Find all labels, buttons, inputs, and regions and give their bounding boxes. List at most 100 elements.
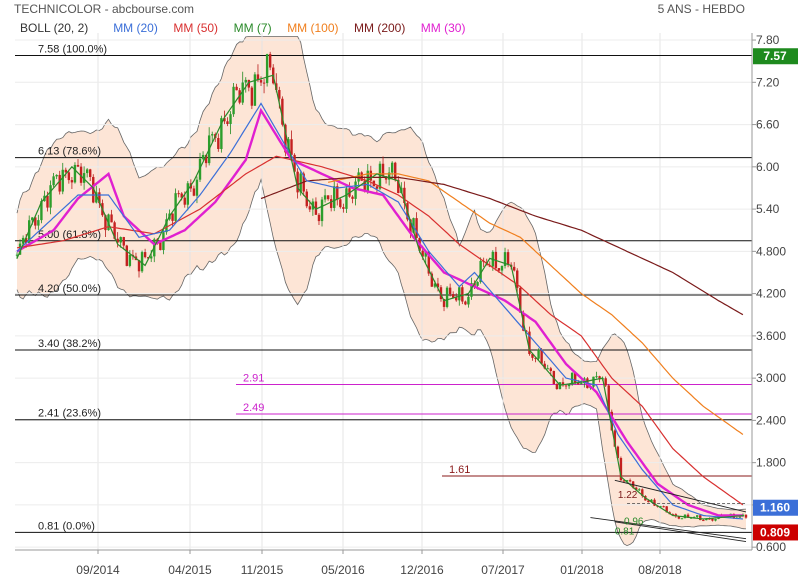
candle-body (595, 376, 598, 378)
candle-body (604, 378, 607, 386)
candle-body (320, 199, 324, 222)
candle-body (217, 138, 220, 149)
candle-body (262, 82, 266, 84)
x-tick-label-2: 11/2015 (241, 563, 284, 577)
candle-body (448, 287, 452, 295)
candle-body (119, 237, 122, 243)
legend-item-3: MM (7) (234, 21, 272, 35)
candle-body (326, 195, 330, 200)
candle-body (110, 214, 113, 223)
candle-body (390, 162, 394, 173)
y-tick-label-10: 1.800 (756, 456, 786, 470)
candle-body (476, 282, 479, 286)
candle-body (37, 220, 40, 226)
y-tick-label-7: 3.600 (756, 329, 786, 343)
fib-label-6: 0.81 (0.0%) (38, 520, 95, 532)
fib-label-1: 6.13 (78.6%) (38, 146, 101, 158)
legend-item-4: MM (100) (287, 21, 338, 35)
candle-body (711, 518, 714, 521)
candle-body (235, 86, 238, 91)
chart-container: TECHNICOLOR - abcbourse.com 5 ANS - HEBD… (0, 0, 800, 580)
candle-body (549, 368, 552, 371)
chart-period: 5 ANS - HEBDO (658, 2, 745, 16)
candle-body (58, 174, 61, 192)
candle-body (378, 163, 382, 189)
candle-body (339, 199, 342, 208)
candle-body (186, 183, 190, 205)
candle-body (415, 218, 418, 239)
chart-title: TECHNICOLOR - abcbourse.com (14, 2, 194, 16)
candle-body (183, 197, 186, 205)
y-tick-label-8: 3.000 (756, 371, 786, 385)
candle-body (46, 195, 49, 208)
small-label-2: 0.81 (615, 527, 635, 538)
candle-body (70, 180, 74, 183)
candle-body (580, 383, 583, 385)
legend-item-5: MM (200) (354, 21, 405, 35)
candle-body (52, 176, 55, 186)
small-label-0: 1.22 (618, 490, 638, 501)
candle-body (143, 252, 147, 258)
candle-body (244, 79, 247, 83)
candle-body (171, 213, 174, 221)
candle-body (333, 186, 336, 208)
candle-body (375, 186, 379, 189)
candle-body (500, 266, 504, 271)
candle-body (467, 296, 470, 305)
candle-body (226, 121, 229, 125)
level-label-0: 2.91 (243, 372, 264, 384)
candle-body (253, 74, 257, 106)
price-chart: TECHNICOLOR - abcbourse.com 5 ANS - HEBD… (0, 0, 800, 580)
fib-label-0: 7.58 (100.0%) (38, 44, 107, 56)
candle-body (354, 181, 357, 199)
candle-body (308, 206, 312, 210)
candle-body (680, 518, 684, 520)
candle-body (506, 252, 510, 265)
candle-body (125, 245, 129, 266)
x-tick-label-0: 09/2014 (76, 563, 120, 577)
y-tick-label-1: 7.20 (756, 75, 780, 89)
y-tick-label-5: 4.800 (756, 244, 786, 258)
candle-body (259, 80, 263, 83)
candle-body (638, 489, 641, 491)
candle-body (61, 169, 64, 192)
candle-body (85, 169, 89, 174)
candle-body (195, 179, 199, 196)
y-tick-label-2: 6.60 (756, 118, 780, 132)
legend-item-0: BOLL (20, 2) (20, 21, 88, 35)
candle-body (461, 287, 464, 302)
fib-label-5: 2.41 (23.6%) (38, 408, 101, 420)
y-tick-label-0: 7.80 (756, 33, 780, 47)
y-tick-label-9: 2.400 (756, 413, 786, 427)
current-price-badge-label: 1.160 (760, 501, 790, 515)
candle-body (662, 506, 665, 508)
candle-body (265, 54, 269, 84)
candle-body (122, 237, 125, 246)
candle-body (342, 207, 345, 209)
candle-body (564, 385, 568, 387)
low-badge-label: 0.809 (760, 525, 790, 539)
candle-body (451, 294, 455, 298)
x-tick-label-3: 05/2016 (321, 563, 365, 577)
candle-body (177, 193, 180, 195)
candle-body (744, 514, 748, 518)
candle-body (555, 384, 559, 390)
x-tick-label-7: 08/2018 (638, 563, 682, 577)
candle-body (67, 172, 71, 181)
x-tick-label-5: 07/2017 (481, 563, 525, 577)
y-tick-label-4: 5.40 (756, 202, 780, 216)
x-tick-label-6: 01/2018 (560, 563, 604, 577)
candle-body (89, 169, 92, 177)
candle-body (128, 254, 132, 266)
candle-body (546, 368, 549, 370)
candle-body (455, 297, 458, 301)
candle-body (250, 87, 254, 106)
candle-body (464, 301, 467, 305)
candle-body (76, 164, 80, 167)
candle-body (323, 195, 327, 200)
level-label-1: 2.49 (243, 402, 264, 414)
candle-body (290, 139, 293, 155)
candle-body (345, 188, 348, 209)
candle-body (150, 256, 153, 259)
candle-body (445, 287, 449, 307)
